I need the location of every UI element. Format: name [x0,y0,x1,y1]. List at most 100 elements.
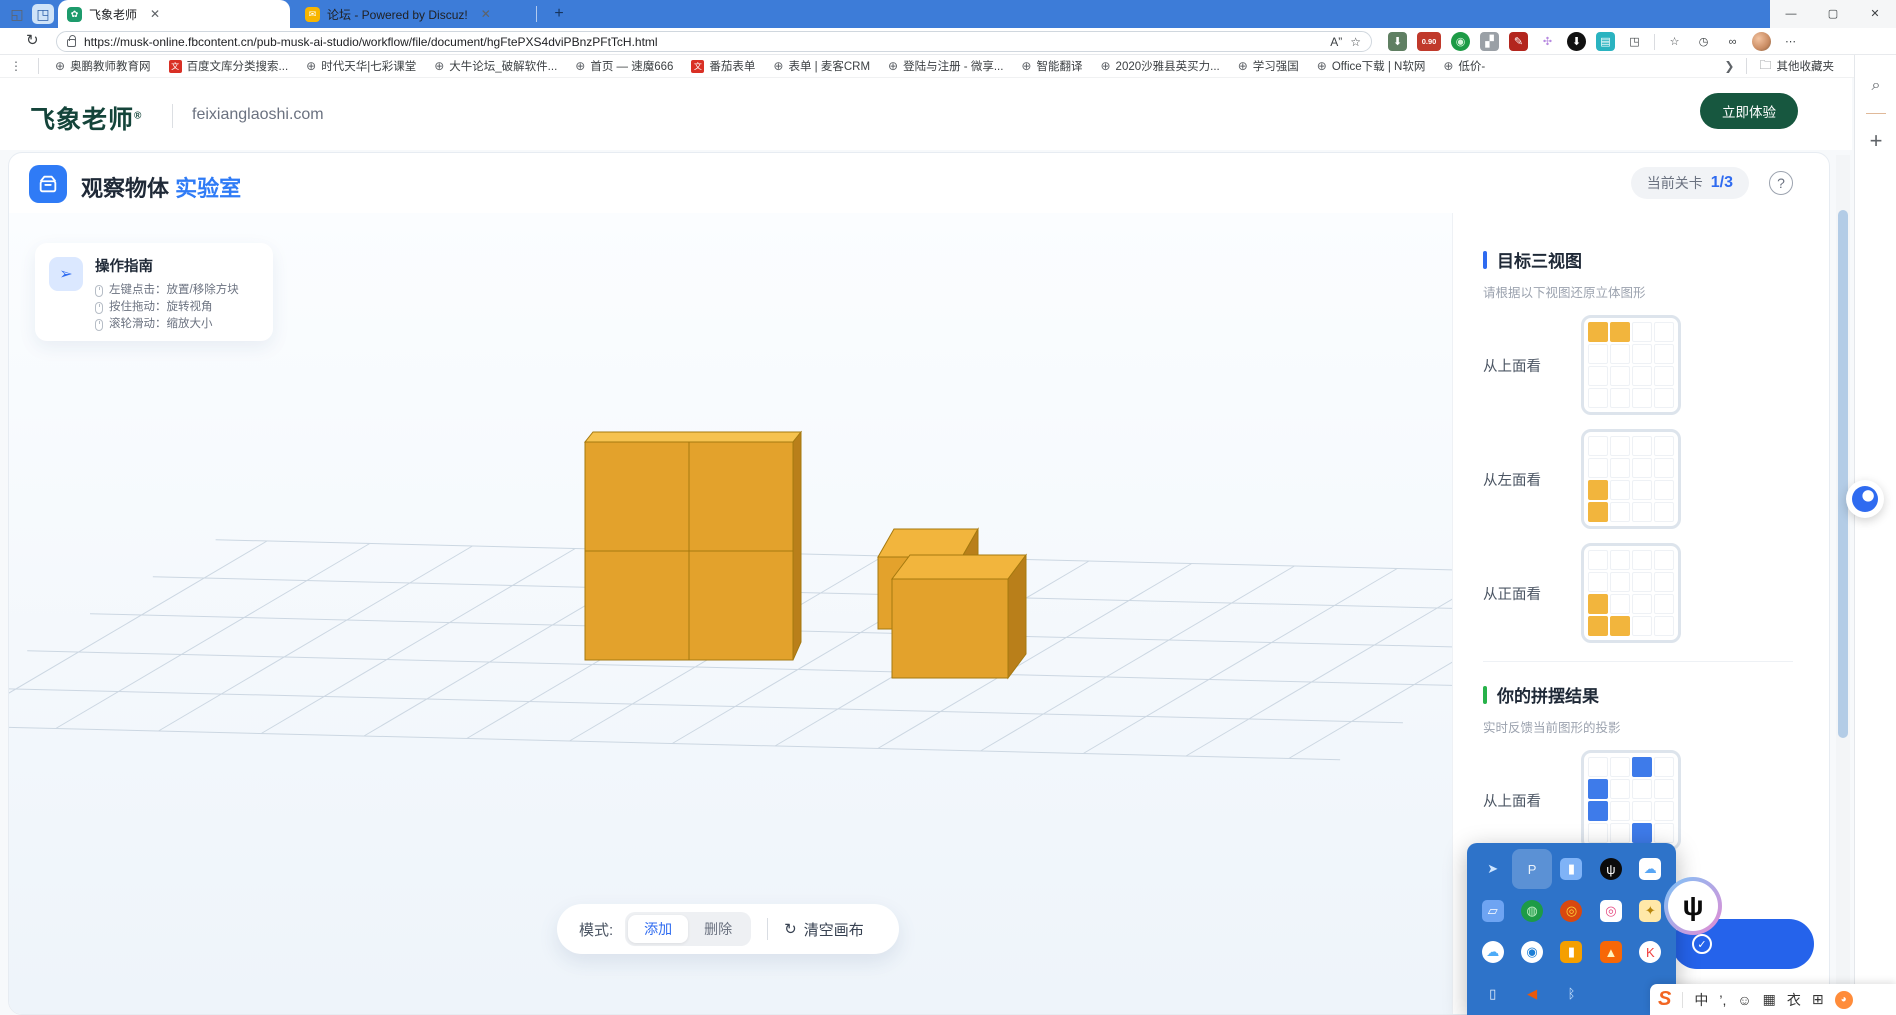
bookmark-item[interactable]: 文百度文库分类搜索... [169,58,289,74]
box-icon [29,165,67,203]
bookmarks-more-icon[interactable]: ❯ [1724,59,1734,73]
usb-drive-icon[interactable]: ▮ [1552,932,1591,972]
pointer-tool-icon[interactable]: ➤ [1473,849,1512,889]
bookmark-item[interactable]: ⊕Office下载 | N软网 [1317,58,1426,74]
volume-icon[interactable]: ◀ [1512,974,1551,1014]
close-button[interactable]: ✕ [1854,0,1896,28]
mode-remove-button[interactable]: 删除 [688,915,748,943]
rings-app-icon[interactable]: ◎ [1591,891,1630,931]
idm-globe-icon[interactable]: ◉ [1451,32,1470,51]
tab-strip: ◱ ◳ ✿ 飞象老师 ✕ ✉ 论坛 - Powered by Discuz! ✕… [0,0,1896,28]
divider [1746,58,1747,74]
more-menu-icon[interactable]: ⋯ [1781,32,1800,51]
folded-doc-icon[interactable]: ▱ [1473,891,1512,931]
avatar[interactable] [1752,32,1771,51]
new-tab-button[interactable]: + [548,4,570,24]
skin-icon[interactable]: 衣 [1787,990,1801,1010]
bookmark-item[interactable]: ⊕表单 | 麦客CRM [773,58,870,74]
screenshot-tool-icon[interactable]: P [1512,849,1551,889]
ext-download-icon[interactable]: ⬇ [1388,32,1407,51]
grid-cell [1654,779,1674,799]
mode-segment: 添加 删除 [625,912,751,946]
shield-flame-icon[interactable]: ▲ [1591,932,1630,972]
grid-cell [1610,616,1630,636]
favorite-star-icon[interactable]: ☆ [1350,35,1361,49]
ext-pencil-icon[interactable]: ✎ [1509,32,1528,51]
pinwheel-icon[interactable]: ✣ [1538,32,1557,51]
workspaces-icon[interactable]: ◳ [32,4,54,24]
bookmark-item[interactable]: ⊕智能翻译 [1021,58,1082,74]
read-aloud-icon[interactable]: A” [1330,35,1342,49]
blue-dot-icon[interactable]: ◉ [1512,932,1551,972]
cloud-drive-icon[interactable]: ☁ [1631,849,1670,889]
tab-search-icon[interactable]: ◱ [6,4,28,24]
url-text[interactable]: https://musk-online.fbcontent.cn/pub-mus… [84,35,1322,49]
favorites-bar-icon[interactable]: ☆ [1665,32,1684,51]
ext-notes-icon[interactable]: ▤ [1596,32,1615,51]
cursor-click-icon: ➢ [49,257,83,291]
grid-cell [1588,480,1608,500]
idm-tray-icon[interactable]: ◍ [1512,891,1551,931]
site-logo[interactable]: 飞象老师® [30,100,142,136]
bookmark-item[interactable]: ⊕大牛论坛_破解软件... [434,58,557,74]
grid-cell [1588,757,1608,777]
soft-keyboard-icon[interactable]: ▦ [1763,991,1776,1008]
bookmark-item[interactable]: ⊕时代天华|七彩课堂 [306,58,416,74]
ext-downloader-icon[interactable]: ⬇ [1567,32,1586,51]
mode-bar: 模式: 添加 删除 ↻ 清空画布 [557,904,899,954]
emoji-icon[interactable]: ☺ [1737,992,1751,1008]
punctuation-icon[interactable]: ’, [1719,992,1726,1008]
page-title: 观察物体 实验室 [81,171,241,203]
accent-bar [1483,686,1487,704]
sogou-ai-icon[interactable]: ◕ [1835,991,1853,1009]
grid-cell [1654,502,1674,522]
sidebar-search-icon[interactable]: ⌕ [1855,69,1896,103]
input-mode-chinese[interactable]: 中 [1694,990,1708,1010]
view-row-front: 从正面看 [1483,543,1830,643]
tab-close-icon[interactable]: ✕ [481,7,491,21]
other-favorites[interactable]: 🗀 其他收藏夹 [1759,56,1834,77]
refresh-icon[interactable]: ↻ [26,31,39,49]
bookmark-item[interactable]: ⊕学习强国 [1238,58,1299,74]
sidebar-add-icon[interactable]: + [1855,124,1896,158]
notebook-icon[interactable]: ▮ [1552,849,1591,889]
grid-cell [1654,572,1674,592]
scrollbar-thumb[interactable] [1838,210,1848,738]
bookmark-item[interactable]: ⊕首页 — 速魔666 [575,58,673,74]
assistant-badge[interactable]: ψ [1664,877,1722,935]
bookmark-item[interactable]: ⊕2020沙雅县英买力... [1100,58,1219,74]
clear-canvas-button[interactable]: ↻ 清空画布 [784,919,864,940]
toolbox-icon[interactable]: ⊞ [1812,991,1824,1008]
ext-price-badge-icon[interactable]: 0.90 [1417,32,1441,51]
sogou-logo[interactable]: S [1658,988,1671,1011]
trident-app-icon[interactable]: ψ [1591,849,1630,889]
bookmark-item[interactable]: ⊕奥鹏教师教育网 [55,58,151,74]
grid-cell [1610,458,1630,478]
scene-3d[interactable]: ➢ 操作指南 左键点击：放置/移除方块 按住拖动：旋转视角 滚轮滑动：缩放大小 … [9,213,1452,1015]
bookmark-item[interactable]: 文番茄表单 [691,58,755,74]
camera-gear-icon[interactable]: ◎ [1552,891,1591,931]
tab-feixiang[interactable]: ✿ 飞象老师 ✕ [58,0,290,28]
extensions-puzzle-icon[interactable]: ◳ [1625,32,1644,51]
mode-add-button[interactable]: 添加 [628,915,688,943]
page-scrollbar[interactable] [1836,155,1850,1015]
profile-sync-icon[interactable]: ∞ [1723,32,1742,51]
history-icon[interactable]: ◷ [1694,32,1713,51]
maximize-button[interactable]: ▢ [1812,0,1854,28]
bookmark-overflow-left-icon[interactable]: ⋮ [10,59,22,73]
try-now-button[interactable]: 立即体验 [1700,93,1798,129]
help-icon[interactable]: ? [1769,171,1793,195]
tab-discuz[interactable]: ✉ 论坛 - Powered by Discuz! ✕ [296,0,532,28]
split-window-icon[interactable]: ▞ [1480,32,1499,51]
minimize-button[interactable]: — [1770,0,1812,28]
address-bar[interactable]: https://musk-online.fbcontent.cn/pub-mus… [56,31,1372,52]
copilot-bubble[interactable] [1846,480,1884,518]
bluetooth-icon[interactable]: ᛒ [1552,974,1591,1014]
grid-cell [1588,801,1608,821]
colorful-cloud-icon[interactable]: ☁ [1473,932,1512,972]
tab-close-icon[interactable]: ✕ [150,7,160,21]
bookmark-item[interactable]: ⊕低价- [1443,58,1485,74]
bookmark-item[interactable]: ⊕登陆与注册 - 微享... [888,58,1003,74]
k-colorful-icon[interactable]: K [1631,932,1670,972]
usb-plug-icon[interactable]: ▯ [1473,974,1512,1014]
